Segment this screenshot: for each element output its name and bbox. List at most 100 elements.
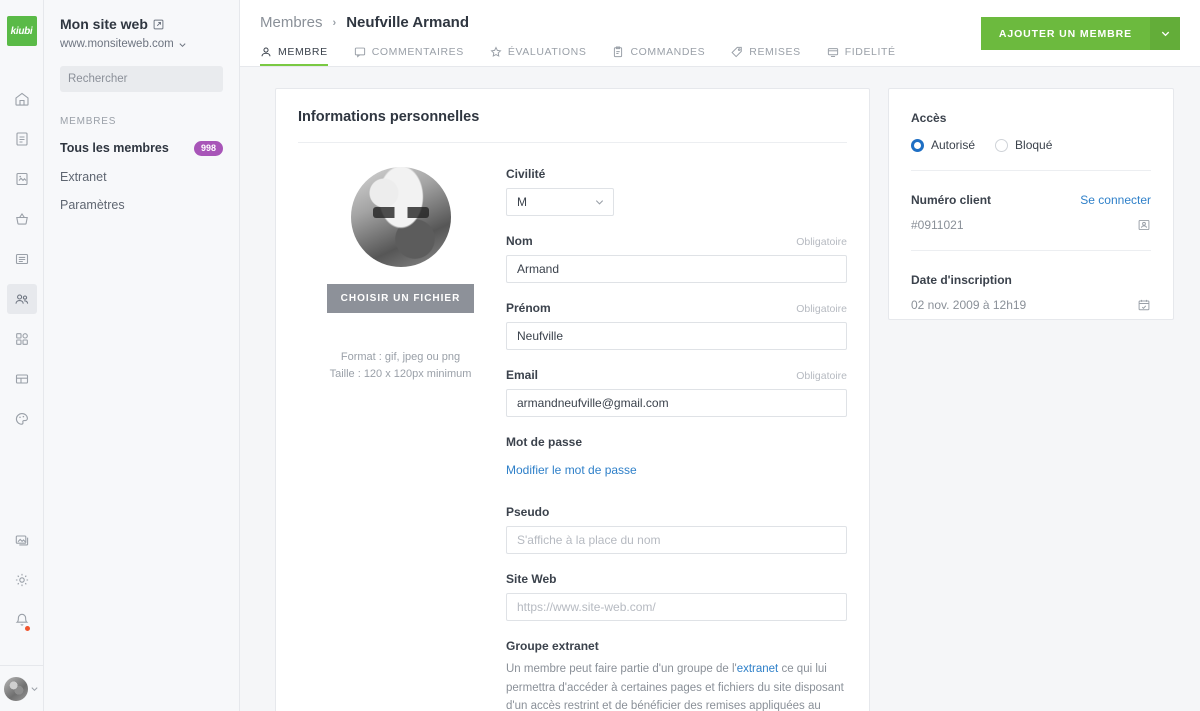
field-required-hint: Obligatoire [796, 370, 847, 382]
comment-icon [354, 47, 365, 58]
card-icon [827, 48, 838, 57]
clipboard-icon [614, 46, 623, 58]
add-member-button[interactable]: AJOUTER UN MEMBRE [980, 17, 1150, 50]
search-box[interactable] [60, 66, 223, 92]
tab-label: FIDELITÉ [844, 46, 896, 58]
page-title: Neufville Armand [346, 14, 469, 31]
photo-hint-format: Format : gif, jpeg ou png [340, 351, 461, 363]
nom-input[interactable] [506, 255, 847, 283]
search-input[interactable] [68, 73, 222, 85]
site-title-text: Mon site web [60, 16, 148, 32]
site-title: Mon site web [60, 16, 223, 32]
home-icon[interactable] [7, 84, 37, 114]
fields-column: Civilité Nom Obligatoire [503, 167, 847, 711]
photo-hint-size: Taille : 120 x 120px minimum [329, 367, 472, 380]
palette-icon[interactable] [7, 404, 37, 434]
groupe-extranet-help: Un membre peut faire partie d'un groupe … [506, 660, 847, 711]
sidebar-item-tous-les-membres[interactable]: Tous les membres 998 [60, 141, 223, 156]
site-url-text: www.monsiteweb.com [60, 38, 174, 50]
tab-commentaires[interactable]: COMMENTAIRES [354, 40, 464, 66]
acces-radio-group: Autorisé Bloqué [911, 138, 1151, 152]
civilite-select[interactable] [506, 188, 614, 216]
contact-card-icon[interactable] [1137, 218, 1151, 232]
field-email: Email Obligatoire [506, 368, 847, 417]
field-label: Site Web [506, 572, 557, 586]
list-icon[interactable] [7, 244, 37, 274]
date-inscription-value-row: 02 nov. 2009 à 12h19 [911, 298, 1151, 312]
rail-icon-list [6, 84, 37, 444]
gallery-icon[interactable] [7, 525, 37, 555]
field-label: Email [506, 368, 539, 382]
date-inscription-value: 02 nov. 2009 à 12h19 [911, 298, 1027, 312]
sidebar-item-label: Paramètres [60, 197, 125, 212]
gear-icon[interactable] [7, 565, 37, 595]
field-pseudo: Pseudo [506, 505, 847, 554]
page-icon[interactable] [7, 124, 37, 154]
field-prenom: Prénom Obligatoire [506, 301, 847, 350]
extranet-link[interactable]: extranet [737, 663, 779, 675]
radio-bloque[interactable]: Bloqué [995, 138, 1052, 152]
breadcrumb-parent[interactable]: Membres [260, 14, 323, 31]
photo-column: CHOISIR UN FICHIER Format : gif, jpeg ou… [298, 167, 503, 711]
se-connecter-link[interactable]: Se connecter [1080, 193, 1151, 207]
person-icon [261, 47, 271, 57]
tab-label: MEMBRE [278, 46, 328, 58]
field-label: Mot de passe [506, 435, 583, 449]
prenom-input[interactable] [506, 322, 847, 350]
tab-remises[interactable]: REMISES [731, 40, 800, 66]
field-civilite: Civilité [506, 167, 847, 216]
basket-icon[interactable] [7, 204, 37, 234]
site-web-input[interactable] [506, 593, 847, 621]
acces-label: Accès [911, 111, 947, 125]
notification-dot [24, 626, 30, 631]
pseudo-input[interactable] [506, 526, 847, 554]
tab-fidelite[interactable]: FIDELITÉ [827, 40, 896, 66]
field-label: Groupe extranet [506, 639, 599, 653]
content-area: Membres › Neufville Armand MEMBRE COMMEN… [240, 0, 1200, 711]
tab-label: COMMENTAIRES [371, 46, 464, 58]
email-input[interactable] [506, 389, 847, 417]
tab-label: COMMANDES [630, 46, 706, 58]
sidebar: Mon site web www.monsiteweb.com MEMBRES … [44, 0, 240, 711]
chevron-down-icon [179, 42, 186, 47]
date-inscription-section: Date d'inscription 02 nov. 2009 à 12h19 [911, 250, 1151, 330]
field-head: Prénom Obligatoire [506, 301, 847, 315]
field-label: Civilité [506, 167, 546, 181]
field-head: Nom Obligatoire [506, 234, 847, 248]
kiubi-logo[interactable]: kiubi [6, 16, 37, 46]
media-icon[interactable] [7, 164, 37, 194]
sidebar-item-parametres[interactable]: Paramètres [60, 198, 223, 212]
field-nom: Nom Obligatoire [506, 234, 847, 283]
change-password-link[interactable]: Modifier le mot de passe [506, 463, 637, 477]
radio-label: Autorisé [931, 138, 976, 152]
layout-icon[interactable] [7, 364, 37, 394]
breadcrumb-separator: › [332, 16, 337, 29]
members-icon[interactable] [6, 284, 37, 314]
status-badge: 998 [193, 141, 223, 156]
user-menu[interactable] [0, 665, 43, 711]
choose-file-button[interactable]: CHOISIR UN FICHIER [326, 284, 475, 313]
icon-rail: kiubi [0, 0, 44, 711]
add-member-dropdown-button[interactable] [1150, 17, 1180, 50]
bell-icon[interactable] [7, 605, 37, 635]
avatar [4, 676, 28, 701]
modules-icon[interactable] [7, 324, 37, 354]
field-head: Pseudo [506, 505, 847, 519]
tag-icon [731, 46, 743, 58]
field-site-web: Site Web [506, 572, 847, 621]
numero-client-label: Numéro client [911, 193, 992, 207]
field-required-hint: Obligatoire [796, 236, 847, 248]
tab-commandes[interactable]: COMMANDES [612, 40, 705, 66]
radio-autorise[interactable]: Autorisé [911, 138, 975, 152]
tab-label: ÉVALUATIONS [507, 46, 587, 58]
tab-membre[interactable]: MEMBRE [260, 40, 328, 66]
sidebar-item-label: Tous les membres [60, 141, 169, 156]
calendar-icon[interactable] [1137, 298, 1151, 312]
civilite-select-wrap[interactable] [506, 188, 614, 216]
sidebar-item-extranet[interactable]: Extranet [60, 170, 223, 184]
field-head: Email Obligatoire [506, 368, 847, 382]
site-url-selector[interactable]: www.monsiteweb.com [60, 38, 223, 50]
external-link-icon[interactable] [153, 19, 164, 30]
tab-evaluations[interactable]: ÉVALUATIONS [490, 40, 587, 66]
numero-client-head: Numéro client Se connecter [911, 193, 1151, 207]
